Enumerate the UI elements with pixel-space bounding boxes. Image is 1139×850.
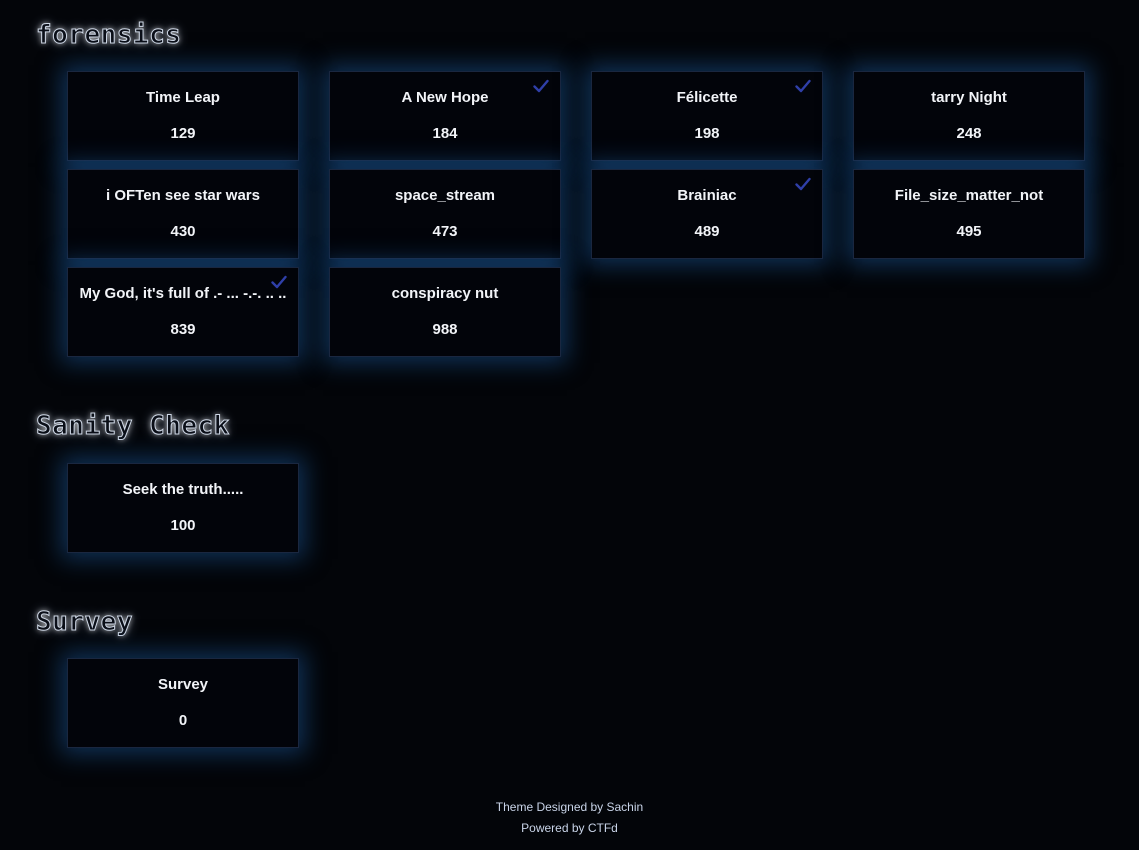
challenge-points: 100 xyxy=(170,517,196,534)
challenge-name: Brainiac xyxy=(677,187,737,204)
check-icon xyxy=(271,275,287,289)
challenge-board: forensics Time Leap 129 A New Hope 184 Félic… xyxy=(0,0,1139,850)
challenge-card[interactable]: A New Hope 184 xyxy=(329,71,561,161)
challenge-name: space_stream xyxy=(394,187,496,204)
powered-by-link[interactable]: Powered by CTFd xyxy=(0,818,1139,839)
check-icon xyxy=(533,79,549,93)
challenge-points: 0 xyxy=(178,712,188,729)
challenge-name: File_size_matter_not xyxy=(894,187,1044,204)
challenge-card[interactable]: tarry Night 248 xyxy=(853,71,1085,161)
check-icon xyxy=(795,177,811,191)
challenge-card[interactable]: File_size_matter_not 495 xyxy=(853,169,1085,259)
challenge-card[interactable]: Seek the truth..... 100 xyxy=(67,463,299,553)
challenge-name: i OFTen see star wars xyxy=(106,187,260,204)
challenge-points: 839 xyxy=(170,321,196,338)
challenge-card[interactable]: conspiracy nut 988 xyxy=(329,267,561,357)
challenge-points: 473 xyxy=(432,223,458,240)
challenge-card[interactable]: Félicette 198 xyxy=(591,71,823,161)
challenge-name: Time Leap xyxy=(146,89,220,106)
challenge-points: 129 xyxy=(170,125,196,142)
challenge-points: 184 xyxy=(432,125,458,142)
challenge-card[interactable]: My God, it's full of .- ... -.-. .. .. 83… xyxy=(67,267,299,357)
challenge-card[interactable]: Survey 0 xyxy=(67,658,299,748)
challenge-points: 495 xyxy=(956,223,982,240)
challenge-card[interactable]: i OFTen see star wars 430 xyxy=(67,169,299,259)
challenge-name: Survey xyxy=(157,676,209,693)
challenge-grid-sanity-check: Seek the truth..... 100 xyxy=(67,463,1085,553)
challenge-card[interactable]: Brainiac 489 xyxy=(591,169,823,259)
challenge-card[interactable]: space_stream 473 xyxy=(329,169,561,259)
challenge-name: conspiracy nut xyxy=(391,285,499,302)
challenge-points: 988 xyxy=(432,321,458,338)
challenge-name: Seek the truth..... xyxy=(122,481,244,498)
check-icon xyxy=(795,79,811,93)
challenge-name: Félicette xyxy=(676,89,738,106)
challenge-name: A New Hope xyxy=(401,89,489,106)
challenge-grid-forensics: Time Leap 129 A New Hope 184 Félicette 198 tar… xyxy=(67,71,1085,357)
footer: Theme Designed by Sachin Powered by CTFd xyxy=(0,797,1139,839)
challenge-points: 248 xyxy=(956,125,982,142)
category-title-sanity-check: Sanity Check xyxy=(36,411,230,442)
challenge-grid-survey: Survey 0 xyxy=(67,658,1085,748)
challenge-name: My God, it's full of .- ... -.-. .. .. xyxy=(79,285,287,302)
challenge-points: 198 xyxy=(694,125,720,142)
category-title-survey: Survey xyxy=(36,607,133,638)
theme-credit: Theme Designed by Sachin xyxy=(495,800,644,814)
category-title-forensics: forensics xyxy=(35,20,182,51)
challenge-points: 489 xyxy=(694,223,720,240)
challenge-card[interactable]: Time Leap 129 xyxy=(67,71,299,161)
challenge-name: tarry Night xyxy=(931,89,1007,106)
challenge-points: 430 xyxy=(170,223,196,240)
